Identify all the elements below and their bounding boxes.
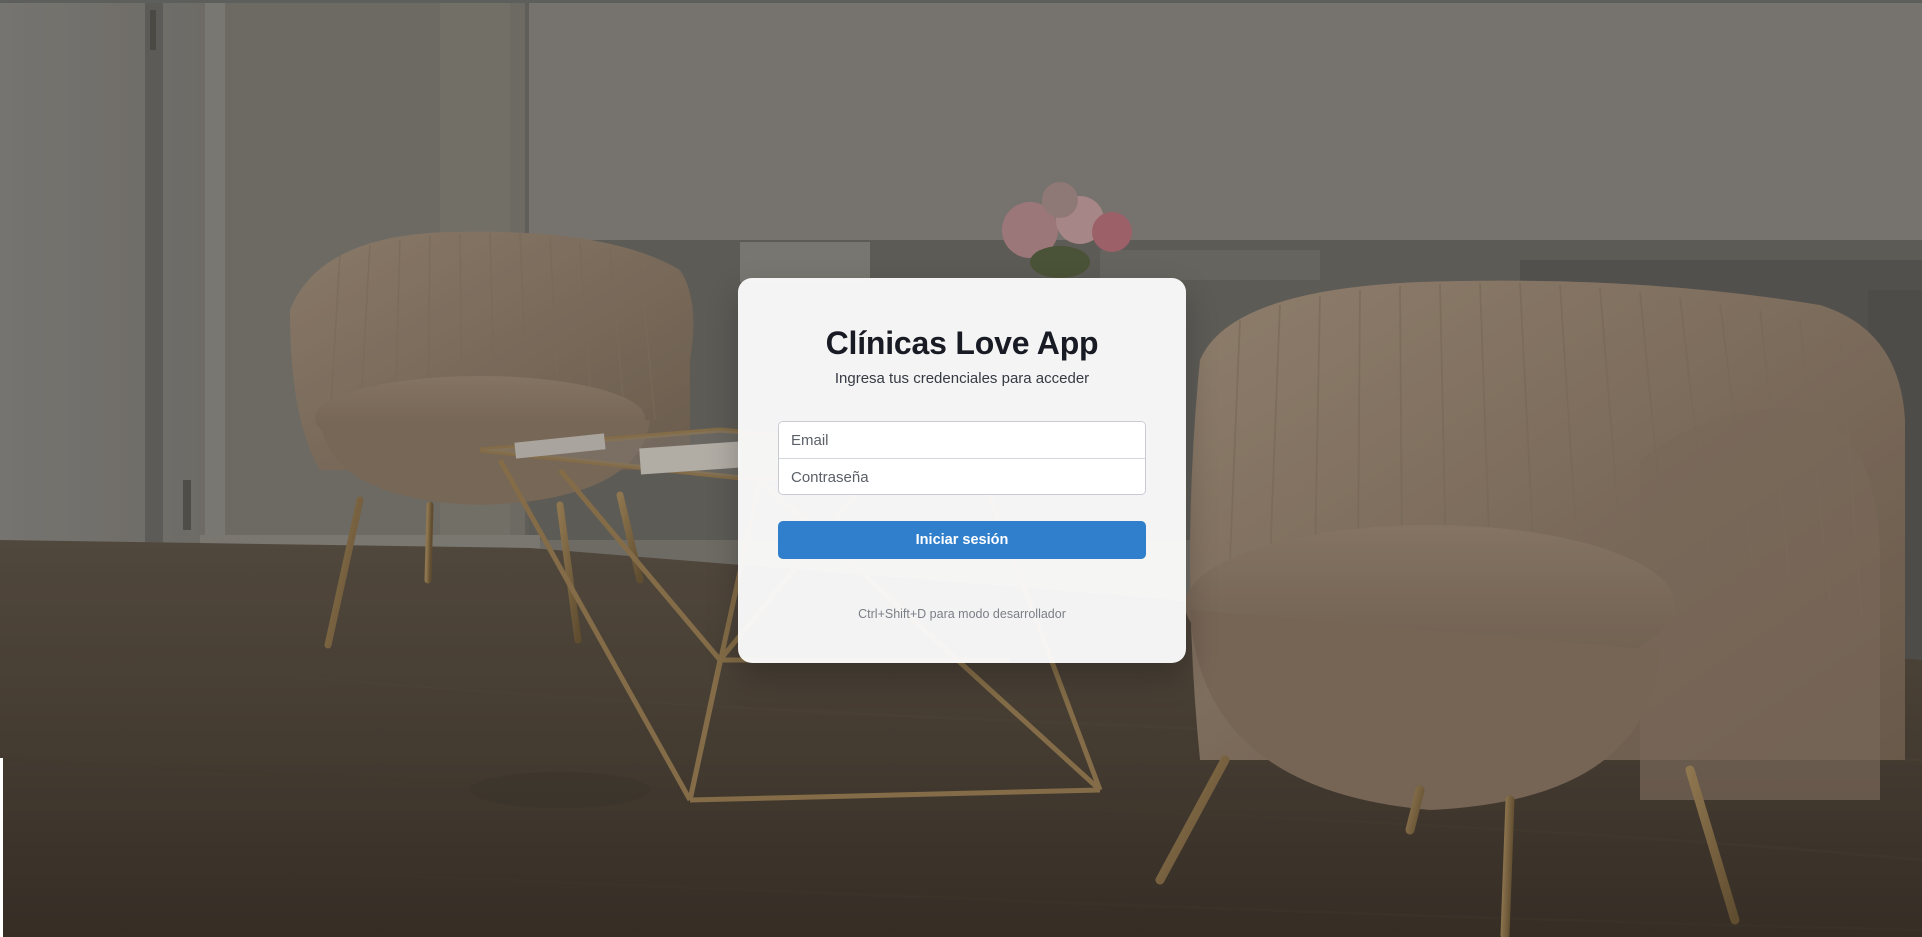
- login-screen: Clínicas Love App Ingresa tus credencial…: [0, 0, 1922, 937]
- developer-mode-hint: Ctrl+Shift+D para modo desarrollador: [858, 607, 1066, 621]
- login-card: Clínicas Love App Ingresa tus credencial…: [738, 278, 1186, 663]
- password-input[interactable]: [779, 459, 1145, 494]
- sign-in-button[interactable]: Iniciar sesión: [778, 521, 1146, 559]
- credentials-field-group: [778, 421, 1146, 495]
- window-top-border: [0, 0, 1922, 3]
- login-subtitle: Ingresa tus credenciales para acceder: [834, 370, 1090, 387]
- email-input[interactable]: [779, 422, 1145, 458]
- app-title: Clínicas Love App: [825, 325, 1099, 361]
